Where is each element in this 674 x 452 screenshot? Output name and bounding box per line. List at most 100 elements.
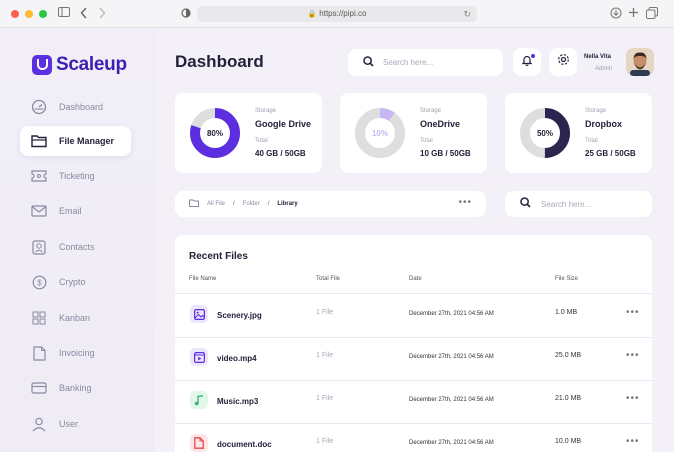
file-date: December 27th, 2021 04:56 AM	[409, 311, 494, 317]
sidebar-item-crypto[interactable]: $ Crypto	[20, 267, 131, 297]
sidebar-item-label: Ticketing	[59, 171, 95, 181]
storage-name: OneDrive	[420, 119, 461, 129]
user-icon	[31, 416, 47, 432]
sidebar-item-label: Invoicing	[59, 348, 95, 358]
file-name[interactable]: document.doc	[217, 440, 272, 449]
breadcrumb: All File / Folder / Library •••	[175, 191, 486, 217]
brand-logo[interactable]: Scaleup	[32, 54, 127, 76]
logo-icon	[32, 55, 52, 75]
sidebar-item-kanban[interactable]: Kanban	[20, 303, 131, 333]
sidebar-item-ticketing[interactable]: Ticketing	[20, 161, 131, 191]
close-window-button[interactable]	[11, 10, 19, 18]
sidebar-item-invoicing[interactable]: Invoicing	[20, 338, 131, 368]
file-name[interactable]: video.mp4	[217, 354, 257, 363]
storage-name: Google Drive	[255, 119, 312, 129]
tabs-overview-icon[interactable]	[646, 7, 658, 23]
sidebar-item-banking[interactable]: Banking	[20, 373, 131, 403]
address-bar[interactable]: 🔒 https://pipi.co ↻	[197, 6, 477, 22]
file-name[interactable]: Scenery.jpg	[217, 311, 262, 320]
storage-percent: 50%	[536, 128, 553, 138]
settings-button[interactable]	[549, 48, 577, 76]
maximize-window-button[interactable]	[39, 10, 47, 18]
video-icon	[190, 348, 208, 366]
download-icon[interactable]	[610, 7, 622, 23]
table-row[interactable]: Music.mp3 1 File December 27th, 2021 04:56…	[175, 380, 652, 423]
storage-label: Storage	[585, 108, 607, 114]
total-label: Total	[420, 138, 433, 144]
file-total: 1 File	[316, 438, 334, 445]
more-options-icon[interactable]: •••	[458, 198, 472, 208]
search-icon	[520, 195, 531, 213]
section-title: Recent Files	[189, 251, 248, 262]
file-total: 1 File	[316, 309, 334, 316]
music-icon	[190, 391, 208, 409]
more-options-icon[interactable]: •••	[626, 394, 640, 404]
storage-card[interactable]: 80% Storage Google Drive Total 40 GB / 50GB	[175, 93, 322, 173]
document-icon	[190, 434, 208, 452]
more-options-icon[interactable]: •••	[626, 308, 640, 318]
sidebar-item-file-manager[interactable]: File Manager	[20, 126, 131, 156]
notification-dot	[531, 54, 535, 58]
mail-icon	[31, 203, 47, 219]
sidebar-item-dashboard[interactable]: Dashboard	[20, 92, 131, 122]
table-row[interactable]: video.mp4 1 File December 27th, 2021 04:56…	[175, 337, 652, 380]
search-input[interactable]: Search here...	[348, 49, 503, 76]
column-header-date: Date	[409, 276, 422, 282]
file-date: December 27th, 2021 04:56 AM	[409, 397, 494, 403]
breadcrumb-separator: /	[233, 201, 235, 207]
forward-icon[interactable]	[98, 7, 106, 23]
table-row[interactable]: Scenery.jpg 1 File December 27th, 2021 04:…	[175, 294, 652, 337]
invoice-icon	[31, 345, 47, 361]
kanban-icon	[31, 310, 47, 326]
storage-name: Dropbox	[585, 119, 622, 129]
sidebar-item-label: Contacts	[59, 242, 95, 252]
page-title: Dashboard	[175, 52, 264, 71]
recent-files-panel: Recent Files File Name Total File Date F…	[175, 235, 652, 452]
minimize-window-button[interactable]	[25, 10, 33, 18]
table-row[interactable]: document.doc 1 File December 27th, 2021 04…	[175, 423, 652, 452]
sidebar-item-label: User	[59, 419, 79, 429]
file-name[interactable]: Music.mp3	[217, 397, 258, 406]
dashboard-icon	[31, 99, 47, 115]
folder-icon	[189, 199, 199, 209]
sidebar-toggle-icon[interactable]	[58, 7, 70, 21]
search-placeholder: Search here...	[383, 58, 434, 67]
avatar[interactable]	[626, 48, 654, 76]
sidebar-item-label: Email	[59, 206, 82, 216]
search-icon	[363, 54, 374, 72]
sidebar-item-label: Kanban	[59, 313, 91, 323]
sidebar-item-contacts[interactable]: Contacts	[20, 232, 131, 262]
privacy-shield-icon[interactable]	[181, 7, 191, 23]
svg-text:$: $	[37, 278, 42, 287]
column-header-name: File Name	[189, 276, 217, 282]
url-text: https://pipi.co	[319, 9, 367, 18]
storage-card[interactable]: 50% Storage Dropbox Total 25 GB / 50GB	[505, 93, 652, 173]
storage-percent: 10%	[371, 128, 388, 138]
breadcrumb-separator: /	[267, 201, 270, 207]
notifications-button[interactable]	[513, 48, 541, 76]
breadcrumb-item[interactable]: All File	[207, 201, 225, 207]
file-search-input[interactable]: Search here...	[505, 191, 652, 217]
file-size: 21.0 MB	[555, 395, 582, 402]
new-tab-icon[interactable]	[628, 7, 639, 22]
file-size: 10.0 MB	[555, 438, 582, 445]
storage-card[interactable]: 10% Storage OneDrive Total 10 GB / 50GB	[340, 93, 487, 173]
more-options-icon[interactable]: •••	[626, 437, 640, 447]
reload-icon[interactable]: ↻	[463, 6, 471, 22]
storage-size: 40 GB / 50GB	[255, 149, 306, 158]
user-role: Admin	[595, 66, 613, 72]
gear-icon	[557, 53, 570, 71]
ticket-icon	[31, 168, 47, 184]
lock-icon: 🔒	[307, 11, 317, 18]
more-options-icon[interactable]: •••	[626, 351, 640, 361]
back-icon[interactable]	[80, 7, 88, 23]
sidebar-item-user[interactable]: User	[20, 409, 131, 439]
breadcrumb-item[interactable]: Folder	[243, 201, 260, 207]
column-header-total: Total File	[316, 276, 341, 282]
card-icon	[31, 380, 47, 396]
storage-size: 25 GB / 50GB	[585, 149, 636, 158]
file-size: 25.0 MB	[555, 352, 582, 359]
search-placeholder: Search here...	[541, 199, 592, 209]
storage-percent: 80%	[206, 128, 223, 138]
sidebar-item-email[interactable]: Email	[20, 196, 131, 226]
